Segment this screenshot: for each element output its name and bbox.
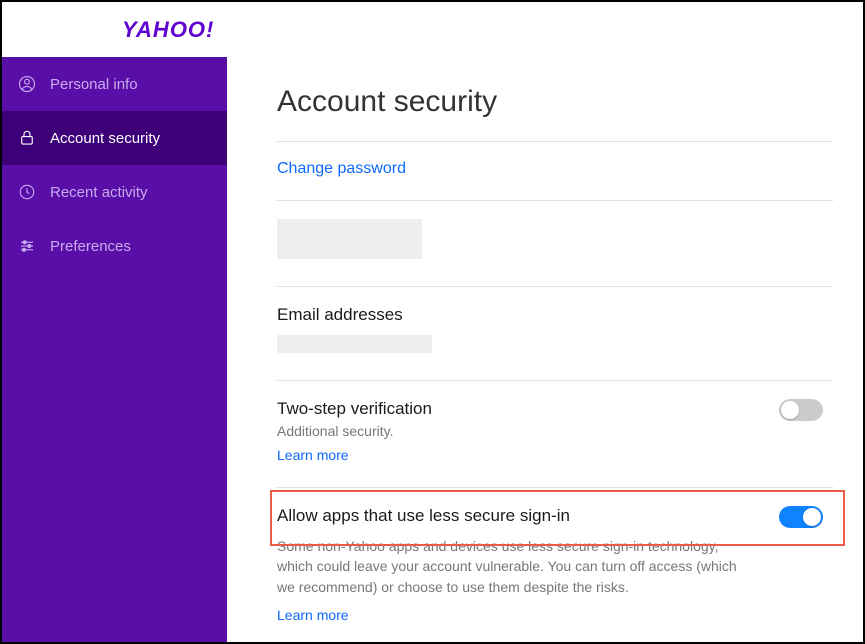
sidebar-item-label: Account security (50, 130, 160, 147)
two-step-sub: Additional security. (277, 423, 833, 439)
sliders-icon (18, 237, 36, 255)
two-step-learn-more-link[interactable]: Learn more (277, 447, 349, 463)
less-secure-learn-more-link[interactable]: Learn more (277, 607, 349, 623)
toggle-knob (781, 401, 799, 419)
redacted-email (277, 335, 432, 353)
container: Personal info Account security Recent ac… (2, 57, 863, 642)
change-password-section: Change password (277, 141, 833, 200)
sidebar-item-personal-info[interactable]: Personal info (2, 57, 227, 111)
person-icon (18, 75, 36, 93)
lock-icon (18, 129, 36, 147)
header: YAHOO! (2, 2, 863, 57)
toggle-knob (803, 508, 821, 526)
main-content: Account security Change password Email a… (227, 57, 863, 642)
less-secure-heading: Allow apps that use less secure sign-in (277, 506, 833, 526)
less-secure-toggle[interactable] (779, 506, 823, 528)
two-step-heading: Two-step verification (277, 399, 833, 419)
sidebar: Personal info Account security Recent ac… (2, 57, 227, 642)
two-step-toggle[interactable] (779, 399, 823, 421)
redacted-name (277, 219, 422, 259)
sidebar-item-account-security[interactable]: Account security (2, 111, 227, 165)
change-password-link[interactable]: Change password (277, 160, 406, 177)
sidebar-item-recent-activity[interactable]: Recent activity (2, 165, 227, 219)
yahoo-logo: YAHOO! (122, 17, 214, 43)
sidebar-item-label: Recent activity (50, 184, 148, 201)
sidebar-item-label: Personal info (50, 76, 138, 93)
email-addresses-heading: Email addresses (277, 305, 833, 325)
sidebar-item-label: Preferences (50, 238, 131, 255)
sidebar-item-preferences[interactable]: Preferences (2, 219, 227, 273)
less-secure-section: Allow apps that use less secure sign-in … (277, 487, 833, 642)
account-name-section (277, 200, 833, 286)
less-secure-desc: Some non-Yahoo apps and devices use less… (277, 536, 757, 597)
page-title: Account security (277, 57, 833, 141)
two-step-verification-section: Two-step verification Additional securit… (277, 380, 833, 487)
email-addresses-section: Email addresses (277, 286, 833, 380)
clock-icon (18, 183, 36, 201)
